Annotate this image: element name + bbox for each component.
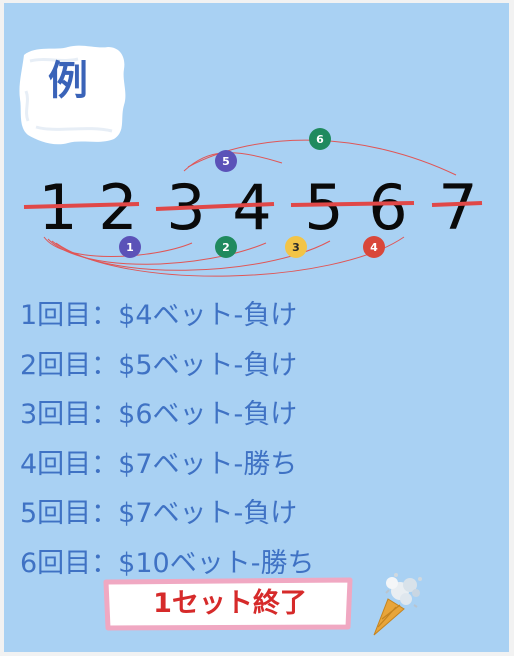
digit-2: 2 xyxy=(98,171,137,244)
marker-4: 4 xyxy=(363,236,385,258)
svg-text:1: 1 xyxy=(126,241,134,254)
round-item-1: 1回目：$4ベット-負け xyxy=(20,300,298,331)
svg-text:6: 6 xyxy=(316,133,324,146)
party-popper-icon xyxy=(373,573,422,636)
round-item-2: 2回目：$5ベット-負け xyxy=(20,349,298,381)
digit-row: 1 2 3 4 5 6 7 xyxy=(38,171,477,244)
svg-text:2: 2 xyxy=(222,241,230,254)
digit-6: 6 xyxy=(368,171,407,244)
round-item-4: 4回目：$7ベット-勝ち xyxy=(20,448,298,480)
marker-1: 1 xyxy=(119,236,141,258)
sequence-diagram: 1 2 3 4 5 6 7 1 2 3 4 5 6 xyxy=(23,128,483,277)
marker-3: 3 xyxy=(285,236,307,258)
round-item-3: 3回目：$6ベット-負け xyxy=(20,399,298,430)
digit-5: 5 xyxy=(304,171,343,244)
example-card: 例 1 2 3 4 5 6 7 1 2 3 4 5 6 1回目：$4ベット-負け… xyxy=(4,3,509,652)
marker-2: 2 xyxy=(215,236,237,258)
strike-7 xyxy=(431,201,483,207)
svg-text:5: 5 xyxy=(222,155,230,168)
round-list: 1回目：$4ベット-負け 2回目：$5ベット-負け 3回目：$6ベット-負け 4… xyxy=(20,291,314,588)
digit-7: 7 xyxy=(438,171,477,244)
svg-text:4: 4 xyxy=(370,241,378,254)
marker-5: 5 xyxy=(215,150,237,172)
round-item-5: 5回目：$7ベット-負け xyxy=(20,498,298,529)
set-complete-label: 1セット終了 xyxy=(153,588,307,619)
marker-6: 6 xyxy=(309,128,331,150)
strike-5-6 xyxy=(290,201,415,207)
svg-text:3: 3 xyxy=(292,241,300,254)
